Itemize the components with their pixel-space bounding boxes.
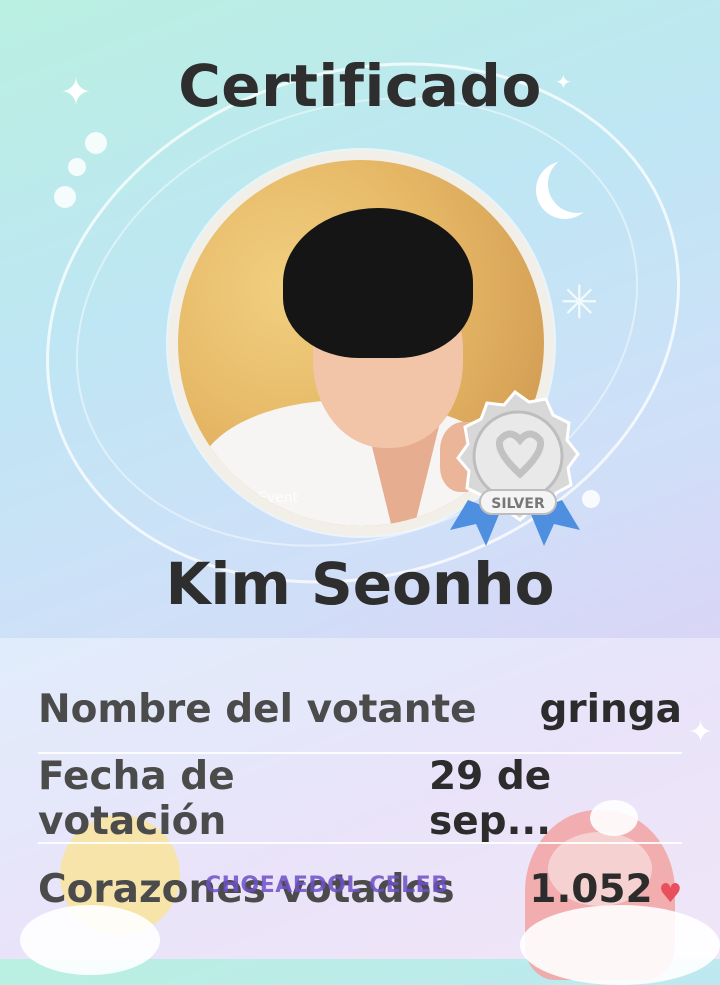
detail-row-voter: Nombre del votante gringa <box>38 665 682 753</box>
watermark-logo: CHOEAEDOL CELEB <box>205 873 449 898</box>
celebrity-name: Kim Seonho <box>165 550 555 618</box>
decor-dot <box>54 186 76 208</box>
detail-value-wrap: 1.052 ♥ <box>529 867 682 912</box>
decor-dot <box>68 158 86 176</box>
heart-icon: ♥ <box>658 878 682 909</box>
detail-row-date: Fecha de votación 29 de sep... <box>38 754 682 844</box>
divider <box>38 842 682 844</box>
photo-hair <box>283 208 473 358</box>
decor-dot <box>85 132 107 154</box>
sparkle-icon: ✳ <box>560 275 599 329</box>
photo-caption: Event <box>258 490 299 506</box>
detail-label: Fecha de votación <box>38 754 235 844</box>
detail-value: 1.052 <box>529 866 653 912</box>
certificate-title: Certificado <box>178 52 542 120</box>
moon-icon <box>548 155 606 213</box>
detail-label: Nombre del votante <box>38 686 477 732</box>
detail-value: 29 de sep... <box>429 754 552 844</box>
detail-value: gringa <box>539 686 682 732</box>
badge-label: SILVER <box>491 496 545 512</box>
silver-medal-icon: SILVER <box>450 390 580 546</box>
